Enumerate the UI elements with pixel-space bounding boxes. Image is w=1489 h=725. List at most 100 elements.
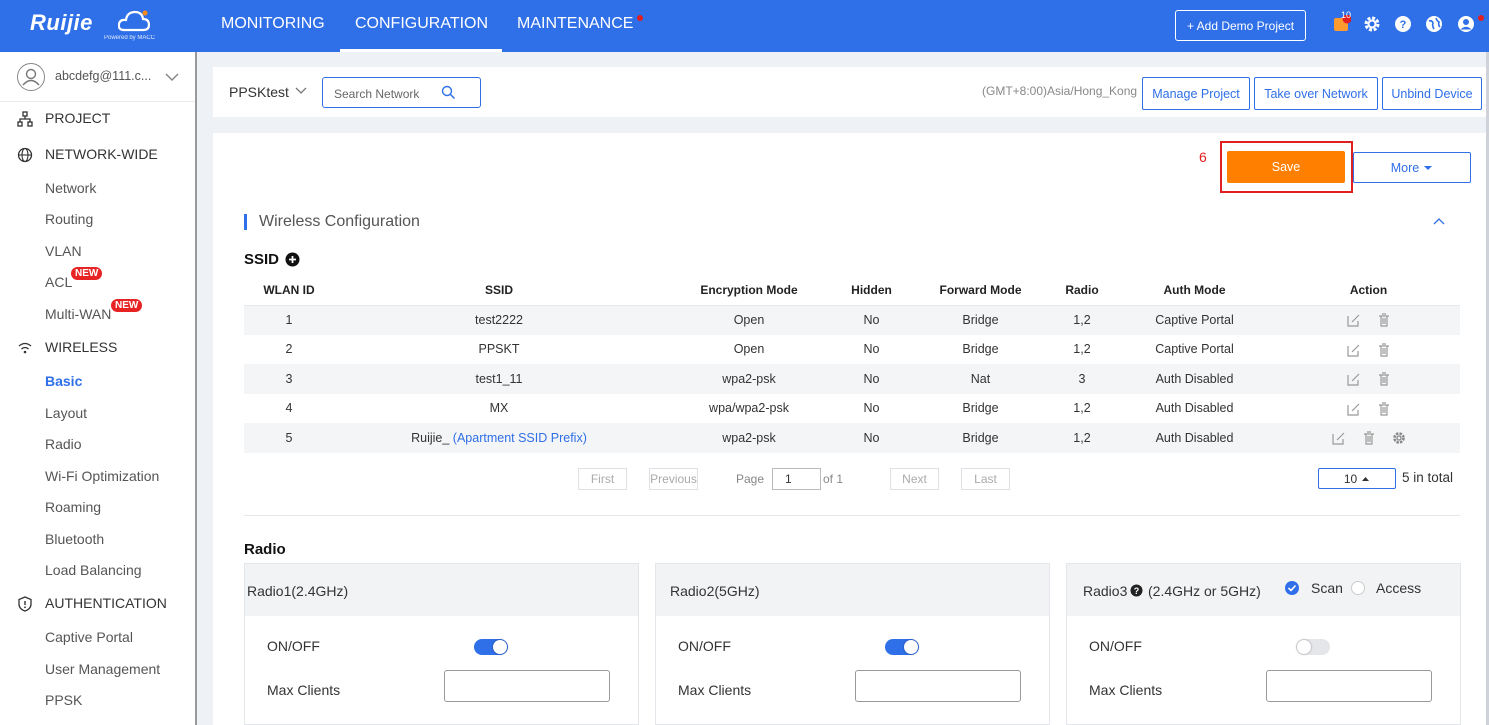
unbind-device-button[interactable]: Unbind Device [1382,77,1482,110]
ssid-table: WLAN ID SSID Encryption Mode Hidden Forw… [244,276,1460,453]
chevron-up-icon[interactable] [1432,215,1446,229]
toggle-knob [904,640,918,654]
edit-icon[interactable] [1331,431,1346,445]
cell-forward: Bridge [909,305,1052,335]
user-account-icon[interactable] [1457,15,1475,33]
chevron-down-icon[interactable] [165,72,179,82]
col-auth-mode: Auth Mode [1112,276,1277,306]
edit-icon[interactable] [1346,402,1361,416]
more-button[interactable]: More [1353,152,1471,183]
edit-icon[interactable] [1346,313,1361,327]
sidebar-item-captive-portal[interactable]: Captive Portal [45,629,133,645]
radio-heading: Radio [244,541,286,558]
delete-icon[interactable] [1377,401,1391,416]
cell-auth: Auth Disabled [1112,364,1277,394]
main-content: 6 Save More Wireless Configuration SSID … [213,133,1488,725]
section-divider [244,515,1460,516]
sidebar-item-load-balancing[interactable]: Load Balancing [45,562,142,578]
radio2-max-clients-input[interactable] [855,670,1021,702]
nav-monitoring[interactable]: MONITORING [221,15,325,33]
sidebar-section-project[interactable]: PROJECT [45,110,110,126]
sidebar-item-radio[interactable]: Radio [45,436,82,452]
sidebar-item-ppsk[interactable]: PPSK [45,692,82,708]
sidebar-item-basic[interactable]: Basic [45,373,82,389]
sidebar-item-vlan[interactable]: VLAN [45,243,82,259]
page-size-select[interactable]: 10 [1318,468,1396,489]
sidebar-item-layout[interactable]: Layout [45,405,87,421]
caret-down-icon [1424,165,1433,170]
delete-icon[interactable] [1377,372,1391,386]
cell-action [1277,335,1460,365]
user-account-row[interactable]: abcdefg@111.c... [0,52,196,102]
edit-icon[interactable] [1346,372,1361,386]
sidebar-section-wireless[interactable]: WIRELESS [45,339,117,355]
radio1-max-clients-input[interactable] [444,670,610,702]
ssid-heading: SSID [244,251,280,268]
take-over-network-button[interactable]: Take over Network [1254,77,1378,110]
nav-configuration[interactable]: CONFIGURATION [355,15,488,33]
project-tree-icon [17,111,33,127]
help-icon[interactable]: ? [1394,15,1412,33]
sidebar-scrollbar[interactable] [195,52,197,725]
gear-icon[interactable] [1392,431,1406,445]
first-page-button[interactable]: First [578,468,627,490]
access-radio-button[interactable] [1351,581,1365,595]
sidebar-item-roaming[interactable]: Roaming [45,499,101,515]
sidebar-item-multi-wan[interactable]: Multi-WAN [45,306,111,322]
edit-icon[interactable] [1346,343,1361,357]
col-ssid: SSID [334,276,664,306]
section-title: Wireless Configuration [259,213,420,230]
network-select-chevron-icon[interactable] [295,87,307,95]
scan-radio-button[interactable] [1285,581,1299,595]
radio2-toggle[interactable] [885,639,919,655]
manage-project-button[interactable]: Manage Project [1142,77,1250,110]
wifi-icon [18,342,32,354]
help-icon[interactable]: ? [1130,584,1143,597]
sidebar-section-authentication[interactable]: AUTHENTICATION [45,595,167,611]
table-row: 2 PPSKT Open No Bridge 1,2 Captive Porta… [244,335,1460,365]
previous-page-button[interactable]: Previous [649,468,698,490]
svg-text:?: ? [1400,19,1407,31]
access-option-label: Access [1376,580,1422,596]
sidebar-section-network-wide[interactable]: NETWORK-WIDE [45,146,158,162]
user-avatar-icon [22,68,40,86]
network-select[interactable]: PPSKtest [229,84,289,100]
col-forward-mode: Forward Mode [909,276,1052,306]
search-network-input[interactable]: Search Network [322,77,481,108]
delete-icon[interactable] [1377,342,1391,357]
page-number-input[interactable]: 1 [772,468,821,490]
nav-maintenance[interactable]: MAINTENANCE [517,15,633,33]
apartment-ssid-prefix-link[interactable]: (Apartment SSID Prefix) [453,431,587,445]
add-ssid-icon[interactable] [285,252,300,267]
save-button[interactable]: Save [1227,151,1345,183]
sidebar-item-bluetooth[interactable]: Bluetooth [45,531,104,547]
last-page-button[interactable]: Last [961,468,1010,490]
cell-forward: Bridge [962,401,999,416]
ruijie-logo[interactable]: Ruijie Powered by MACC [30,8,160,44]
next-page-button[interactable]: Next [890,468,939,490]
delete-icon[interactable] [1362,431,1376,445]
settings-gear-icon[interactable] [1363,15,1381,33]
delete-icon[interactable] [1377,313,1391,327]
add-demo-project-button[interactable]: + Add Demo Project [1175,10,1306,41]
table-row: 1 test2222 Open No Bridge 1,2 Captive Po… [244,305,1460,335]
sidebar-item-user-management[interactable]: User Management [45,661,160,677]
table-row: 4 MX wpa/wpa2-psk No Bridge 1,2 Auth Dis… [244,394,1460,424]
radio1-toggle[interactable] [474,639,508,655]
radio3-toggle[interactable] [1296,639,1330,655]
search-icon[interactable] [441,85,456,100]
col-action: Action [1277,276,1460,306]
sidebar-item-network[interactable]: Network [45,180,96,196]
radio1-card: Radio1(2.4GHz) ON/OFF Max Clients [244,563,639,725]
language-globe-icon[interactable] [1425,15,1443,33]
sidebar-item-acl[interactable]: ACL [45,274,72,290]
cell-radio: 3 [1052,364,1112,394]
radio3-title: Radio3 [1083,583,1128,599]
cell-radio: 1,2 [1073,401,1091,416]
cell-auth: Auth Disabled [1155,401,1234,416]
radio3-max-clients-input[interactable] [1266,670,1432,702]
sidebar-item-wifi-optimization[interactable]: Wi-Fi Optimization [45,468,159,484]
radio3-band-label: (2.4GHz or 5GHz) [1148,583,1261,599]
radio2-card: Radio2(5GHz) ON/OFF Max Clients [655,563,1050,725]
sidebar-item-routing[interactable]: Routing [45,211,93,227]
